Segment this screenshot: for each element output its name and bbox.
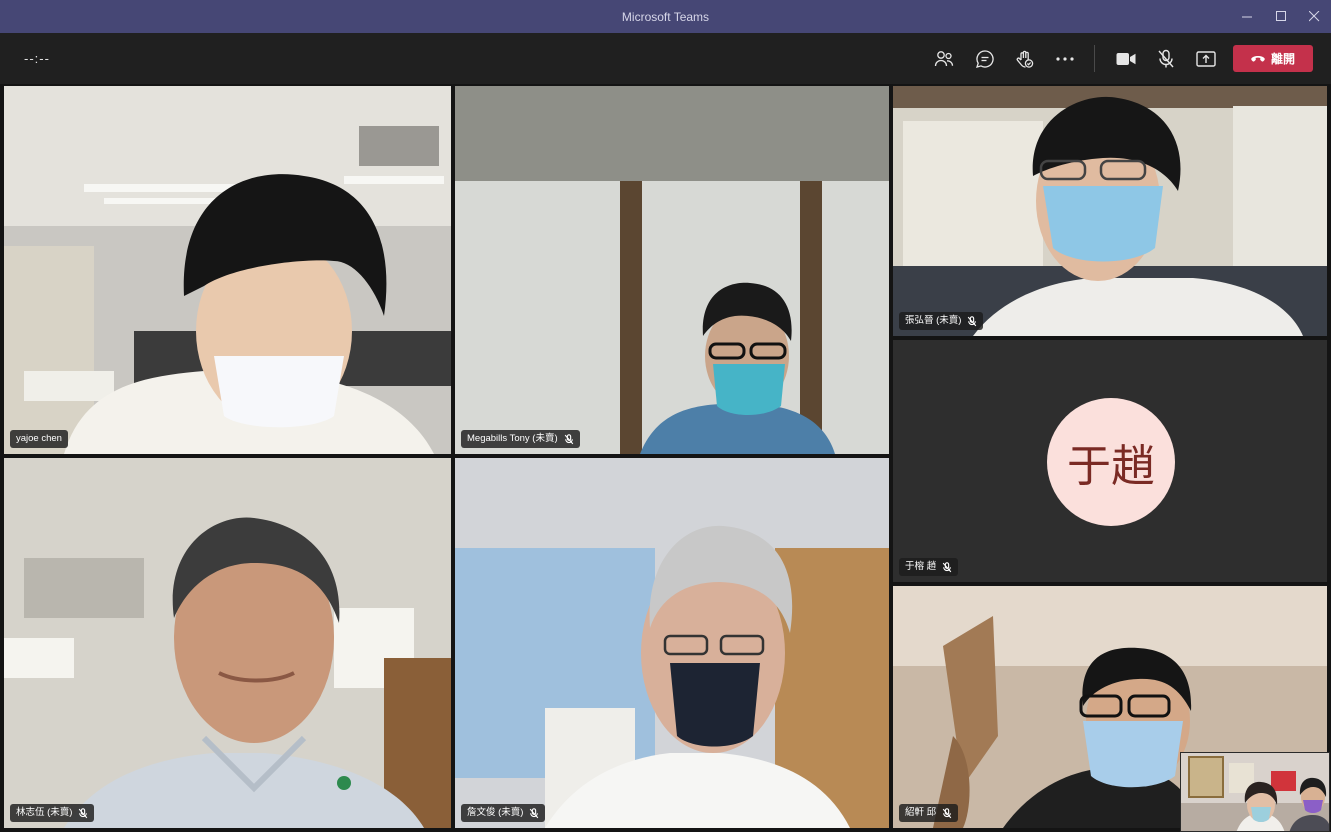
participant-name-tag: 于榕 趙 (899, 558, 959, 576)
minimize-icon[interactable] (1230, 0, 1264, 33)
mic-muted-icon (942, 561, 952, 573)
meeting-timer: --:-- (24, 51, 50, 66)
close-icon[interactable] (1297, 0, 1331, 33)
chat-icon[interactable] (971, 45, 999, 73)
camera-icon[interactable] (1112, 45, 1140, 73)
title-bar: Microsoft Teams (0, 0, 1331, 33)
mic-muted-icon (967, 315, 977, 327)
mic-muted-icon (942, 807, 952, 819)
mic-muted-icon (564, 433, 574, 445)
participant-name: Megabills Tony (未賣) (467, 433, 558, 444)
participant-video (455, 86, 889, 454)
participant-video (893, 86, 1327, 336)
participant-name-tag: 張弘晉 (未賣) (899, 312, 984, 330)
participant-video-tile[interactable]: Megabills Tony (未賣) (455, 86, 889, 454)
participant-video-tile[interactable]: 林志伍 (未賣) (4, 458, 451, 828)
video-grid: yajoe chen Megabills Tony (未賣) 張弘晉 (未賣) … (0, 84, 1331, 832)
meeting-toolbar: --:-- 離開 (0, 33, 1331, 84)
participant-video-tile[interactable]: 詹文俊 (未賣) (455, 458, 889, 828)
participant-name: 張弘晉 (未賣) (905, 315, 962, 326)
mic-muted-icon[interactable] (1152, 45, 1180, 73)
participant-video (455, 458, 889, 828)
participant-name-tag: 紹軒 邱 (899, 804, 959, 822)
self-view-scene (1181, 753, 1329, 831)
participant-name: 于榕 趙 (905, 561, 937, 572)
participant-name: 林志伍 (未賣) (16, 807, 73, 818)
participant-video (4, 458, 451, 828)
leave-button[interactable]: 離開 (1233, 45, 1313, 72)
participant-video (4, 86, 451, 454)
toolbar-divider (1094, 45, 1095, 72)
participant-name: yajoe chen (16, 433, 62, 444)
raise-hand-icon[interactable] (1011, 45, 1039, 73)
participants-icon[interactable] (930, 45, 958, 73)
participant-name-tag: Megabills Tony (未賣) (461, 430, 580, 448)
window-title: Microsoft Teams (621, 10, 710, 24)
participant-name: 詹文俊 (未賣) (467, 807, 524, 818)
participant-avatar: 于趙 (1047, 398, 1175, 526)
participant-name: 紹軒 邱 (905, 807, 937, 818)
participant-video-tile[interactable]: yajoe chen (4, 86, 451, 454)
participant-avatar-tile[interactable]: 于趙 于榕 趙 (893, 340, 1327, 582)
self-view-video[interactable] (1180, 752, 1330, 832)
participant-name-tag: yajoe chen (10, 430, 68, 448)
phone-hangup-icon (1251, 52, 1265, 66)
more-options-icon[interactable] (1051, 45, 1079, 73)
mic-muted-icon (529, 807, 539, 819)
maximize-icon[interactable] (1264, 0, 1298, 33)
mic-muted-icon (78, 807, 88, 819)
participant-name-tag: 林志伍 (未賣) (10, 804, 95, 822)
participant-video-tile[interactable]: 張弘晉 (未賣) (893, 86, 1327, 336)
participant-name-tag: 詹文俊 (未賣) (461, 804, 546, 822)
leave-label: 離開 (1270, 52, 1295, 66)
share-screen-icon[interactable] (1192, 45, 1220, 73)
